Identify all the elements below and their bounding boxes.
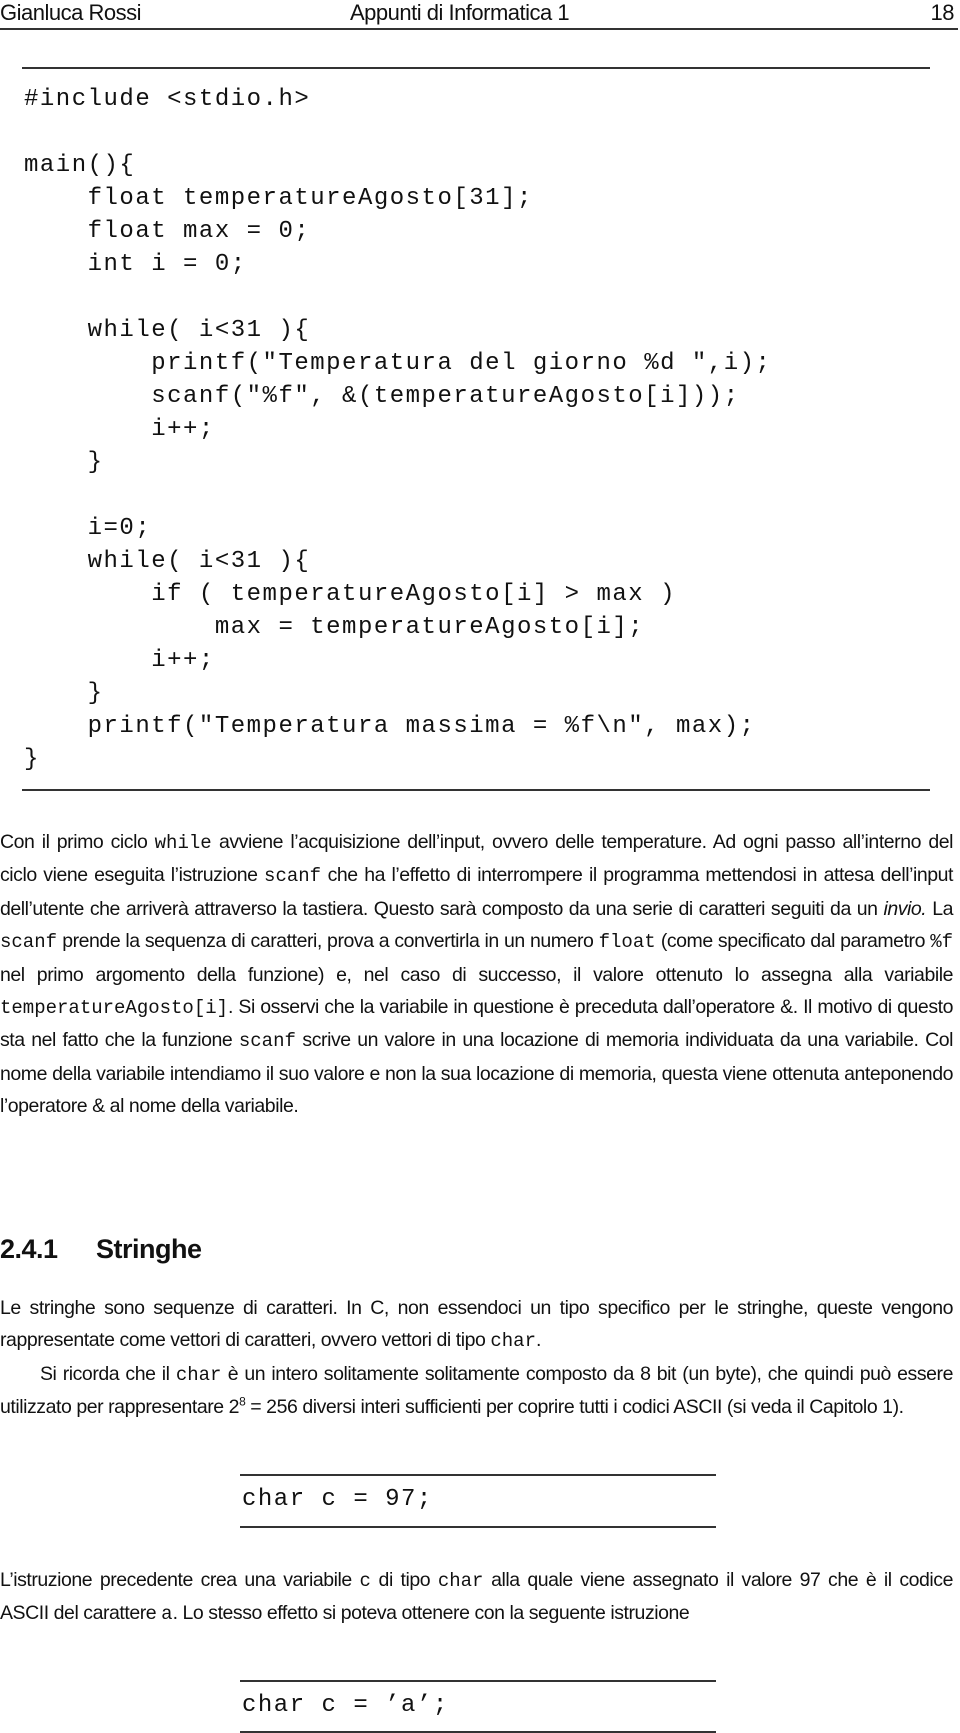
text: Si ricorda che il xyxy=(40,1362,176,1385)
inline-code: while xyxy=(154,832,212,854)
listing-bottom-rule xyxy=(22,789,930,791)
section-heading: 2.4.1 Stringhe xyxy=(0,1234,202,1265)
inline-code: temperatureAgosto[i] xyxy=(0,997,229,1020)
text: di tipo xyxy=(370,1569,438,1591)
inline-code: c xyxy=(359,1570,371,1592)
text: (come specificato dal parametro xyxy=(655,930,931,953)
inline-code: scanf xyxy=(238,1030,296,1053)
text: prende la sequenza di caratteri, prova a… xyxy=(57,930,599,953)
code-line: while( i<31 ){ xyxy=(24,317,311,344)
inline-code: char xyxy=(490,1330,536,1353)
text: nel primo argomento della funzione) e, n… xyxy=(0,963,953,986)
inline-code: %f xyxy=(930,931,953,954)
code-line: printf("Temperatura del giorno %d ",i); xyxy=(24,350,772,377)
paragraph-char-assignment: L’istruzione precedente crea una variabi… xyxy=(0,1564,953,1631)
emphasis: invio. xyxy=(883,897,927,920)
paragraph-strings-intro: Le stringhe sono sequenze di caratteri. … xyxy=(0,1292,953,1424)
inline-code: scanf xyxy=(0,931,58,954)
code-line: } xyxy=(24,449,104,476)
text: Le stringhe sono sequenze di caratteri. … xyxy=(0,1297,953,1352)
listing-char1-bottom-rule xyxy=(240,1526,716,1528)
code-line: } xyxy=(24,746,40,773)
running-header: Gianluca Rossi Appunti di Informatica 1 … xyxy=(0,0,958,28)
listing-top-rule xyxy=(22,67,930,69)
code-line: float max = 0; xyxy=(24,218,311,245)
code-line: max = temperatureAgosto[i]; xyxy=(24,614,645,641)
text: Con il primo ciclo xyxy=(0,831,155,853)
code-line: float temperatureAgosto[31]; xyxy=(24,185,533,212)
section-title: Stringhe xyxy=(96,1234,202,1264)
code-line: while( i<31 ){ xyxy=(24,548,311,575)
code-line: scanf("%f", &(temperatureAgosto[i])); xyxy=(24,383,740,410)
inline-code: a xyxy=(161,1603,173,1626)
text: . Lo stesso effetto si poteva ottenere c… xyxy=(172,1602,690,1625)
code-line: i++; xyxy=(24,647,215,674)
inline-code: float xyxy=(598,931,656,954)
code-line: printf("Temperatura massima = %f\n", max… xyxy=(24,713,756,740)
code-line: main(){ xyxy=(24,152,136,179)
section-number: 2.4.1 xyxy=(0,1234,58,1264)
text: La xyxy=(926,897,953,920)
code-line: #include <stdio.h> xyxy=(24,86,311,113)
text: = 256 diversi interi sufficienti per cop… xyxy=(245,1396,904,1419)
code-line: } xyxy=(24,680,104,707)
text: L’istruzione precedente crea una variabi… xyxy=(0,1569,360,1591)
code-listing-char-number: char c = 97; xyxy=(242,1486,433,1513)
header-title: Appunti di Informatica 1 xyxy=(350,0,570,25)
inline-code: char xyxy=(175,1363,222,1386)
paragraph-scanf-explanation: Con il primo ciclo while avviene l’acqui… xyxy=(0,826,953,1123)
code-line: i++; xyxy=(24,416,215,443)
code-line: int i = 0; xyxy=(24,251,247,278)
code-line: if ( temperatureAgosto[i] > max ) xyxy=(24,581,676,608)
inline-code: char xyxy=(437,1570,484,1592)
paragraph-char-explanation: Si ricorda che il char è un intero solit… xyxy=(0,1358,953,1424)
listing-char2-top-rule xyxy=(240,1680,716,1682)
text: . xyxy=(535,1329,541,1352)
code-listing-char-literal: char c = ’a’; xyxy=(242,1692,449,1719)
code-listing-main: #include <stdio.h> main(){ float tempera… xyxy=(24,83,771,776)
header-rule xyxy=(0,28,958,30)
listing-char1-top-rule xyxy=(240,1474,716,1476)
inline-code: scanf xyxy=(264,865,322,888)
header-page-number: 18 xyxy=(930,0,955,25)
code-line: i=0; xyxy=(24,515,152,542)
header-author: Gianluca Rossi xyxy=(0,0,141,25)
